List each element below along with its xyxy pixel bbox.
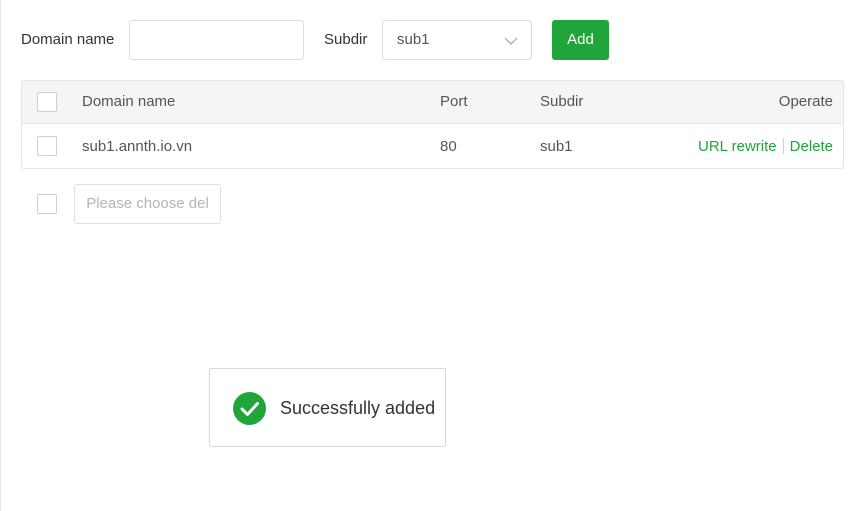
header-port: Port <box>440 93 468 110</box>
domain-name-label: Domain name <box>21 31 115 48</box>
batch-delete-button[interactable]: Please choose del <box>74 184 221 224</box>
action-separator <box>782 138 784 155</box>
row-subdir: sub1 <box>540 138 573 155</box>
domain-name-input[interactable] <box>129 20 304 60</box>
subdir-select-value: sub1 <box>397 31 430 48</box>
delete-link[interactable]: Delete <box>790 138 833 155</box>
success-toast: Successfully added <box>209 368 446 447</box>
domain-table: Domain name Port Subdir Operate sub1.ann… <box>21 80 844 169</box>
header-subdir: Subdir <box>540 93 584 110</box>
toast-message: Successfully added <box>280 398 436 418</box>
subdir-select[interactable]: sub1 <box>382 20 532 60</box>
panel-left-border <box>0 0 1 511</box>
header-domain-name: Domain name <box>82 93 176 110</box>
table-header: Domain name Port Subdir Operate <box>22 81 843 124</box>
table-row: sub1.annth.io.vn 80 sub1 URL rewrite Dele… <box>22 124 843 168</box>
row-operate-cell: URL rewrite Delete <box>698 124 833 168</box>
subdir-label: Subdir <box>324 31 368 48</box>
select-all-checkbox[interactable] <box>37 92 57 112</box>
chevron-down-icon <box>504 37 518 45</box>
row-port: 80 <box>440 138 457 155</box>
batch-select-checkbox[interactable] <box>37 194 57 214</box>
url-rewrite-link[interactable]: URL rewrite <box>698 138 777 155</box>
header-operate: Operate <box>778 93 833 110</box>
row-checkbox[interactable] <box>37 136 57 156</box>
check-circle-icon <box>233 392 266 425</box>
add-button[interactable]: Add <box>552 20 609 60</box>
row-domain-name: sub1.annth.io.vn <box>82 138 193 155</box>
add-domain-form: Domain name Subdir sub1 Add <box>0 20 862 60</box>
